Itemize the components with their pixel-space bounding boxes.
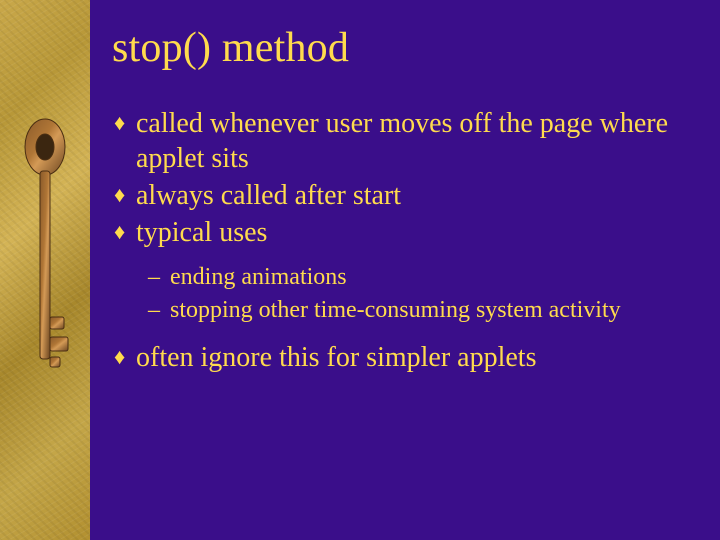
slide-content: stop() method ♦ called whenever user mov… — [90, 0, 720, 540]
bullet-item: ♦ called whenever user moves off the pag… — [112, 106, 702, 176]
bullet-text: called whenever user moves off the page … — [136, 106, 702, 176]
bullet-text: typical uses — [136, 215, 702, 250]
bullet-text: always called after start — [136, 178, 702, 213]
dash-bullet-icon: – — [148, 262, 170, 293]
sub-bullet-text: ending animations — [170, 262, 702, 293]
diamond-bullet-icon: ♦ — [112, 106, 136, 140]
bullet-list: ♦ called whenever user moves off the pag… — [112, 106, 702, 375]
dash-bullet-icon: – — [148, 295, 170, 326]
bullet-item: ♦ typical uses — [112, 215, 702, 250]
sub-bullet-item: – ending animations — [148, 262, 702, 293]
slide-title: stop() method — [112, 24, 702, 72]
diamond-bullet-icon: ♦ — [112, 215, 136, 249]
sub-bullet-list: – ending animations – stopping other tim… — [148, 262, 702, 326]
sub-bullet-item: – stopping other time-consuming system a… — [148, 295, 702, 326]
diamond-bullet-icon: ♦ — [112, 178, 136, 212]
diamond-bullet-icon: ♦ — [112, 340, 136, 374]
bullet-item: ♦ often ignore this for simpler applets — [112, 340, 702, 375]
bullet-text: often ignore this for simpler applets — [136, 340, 702, 375]
key-icon — [21, 109, 69, 409]
decorative-sidebar-key-image — [0, 0, 90, 540]
sub-bullet-text: stopping other time-consuming system act… — [170, 295, 702, 326]
bullet-item: ♦ always called after start — [112, 178, 702, 213]
